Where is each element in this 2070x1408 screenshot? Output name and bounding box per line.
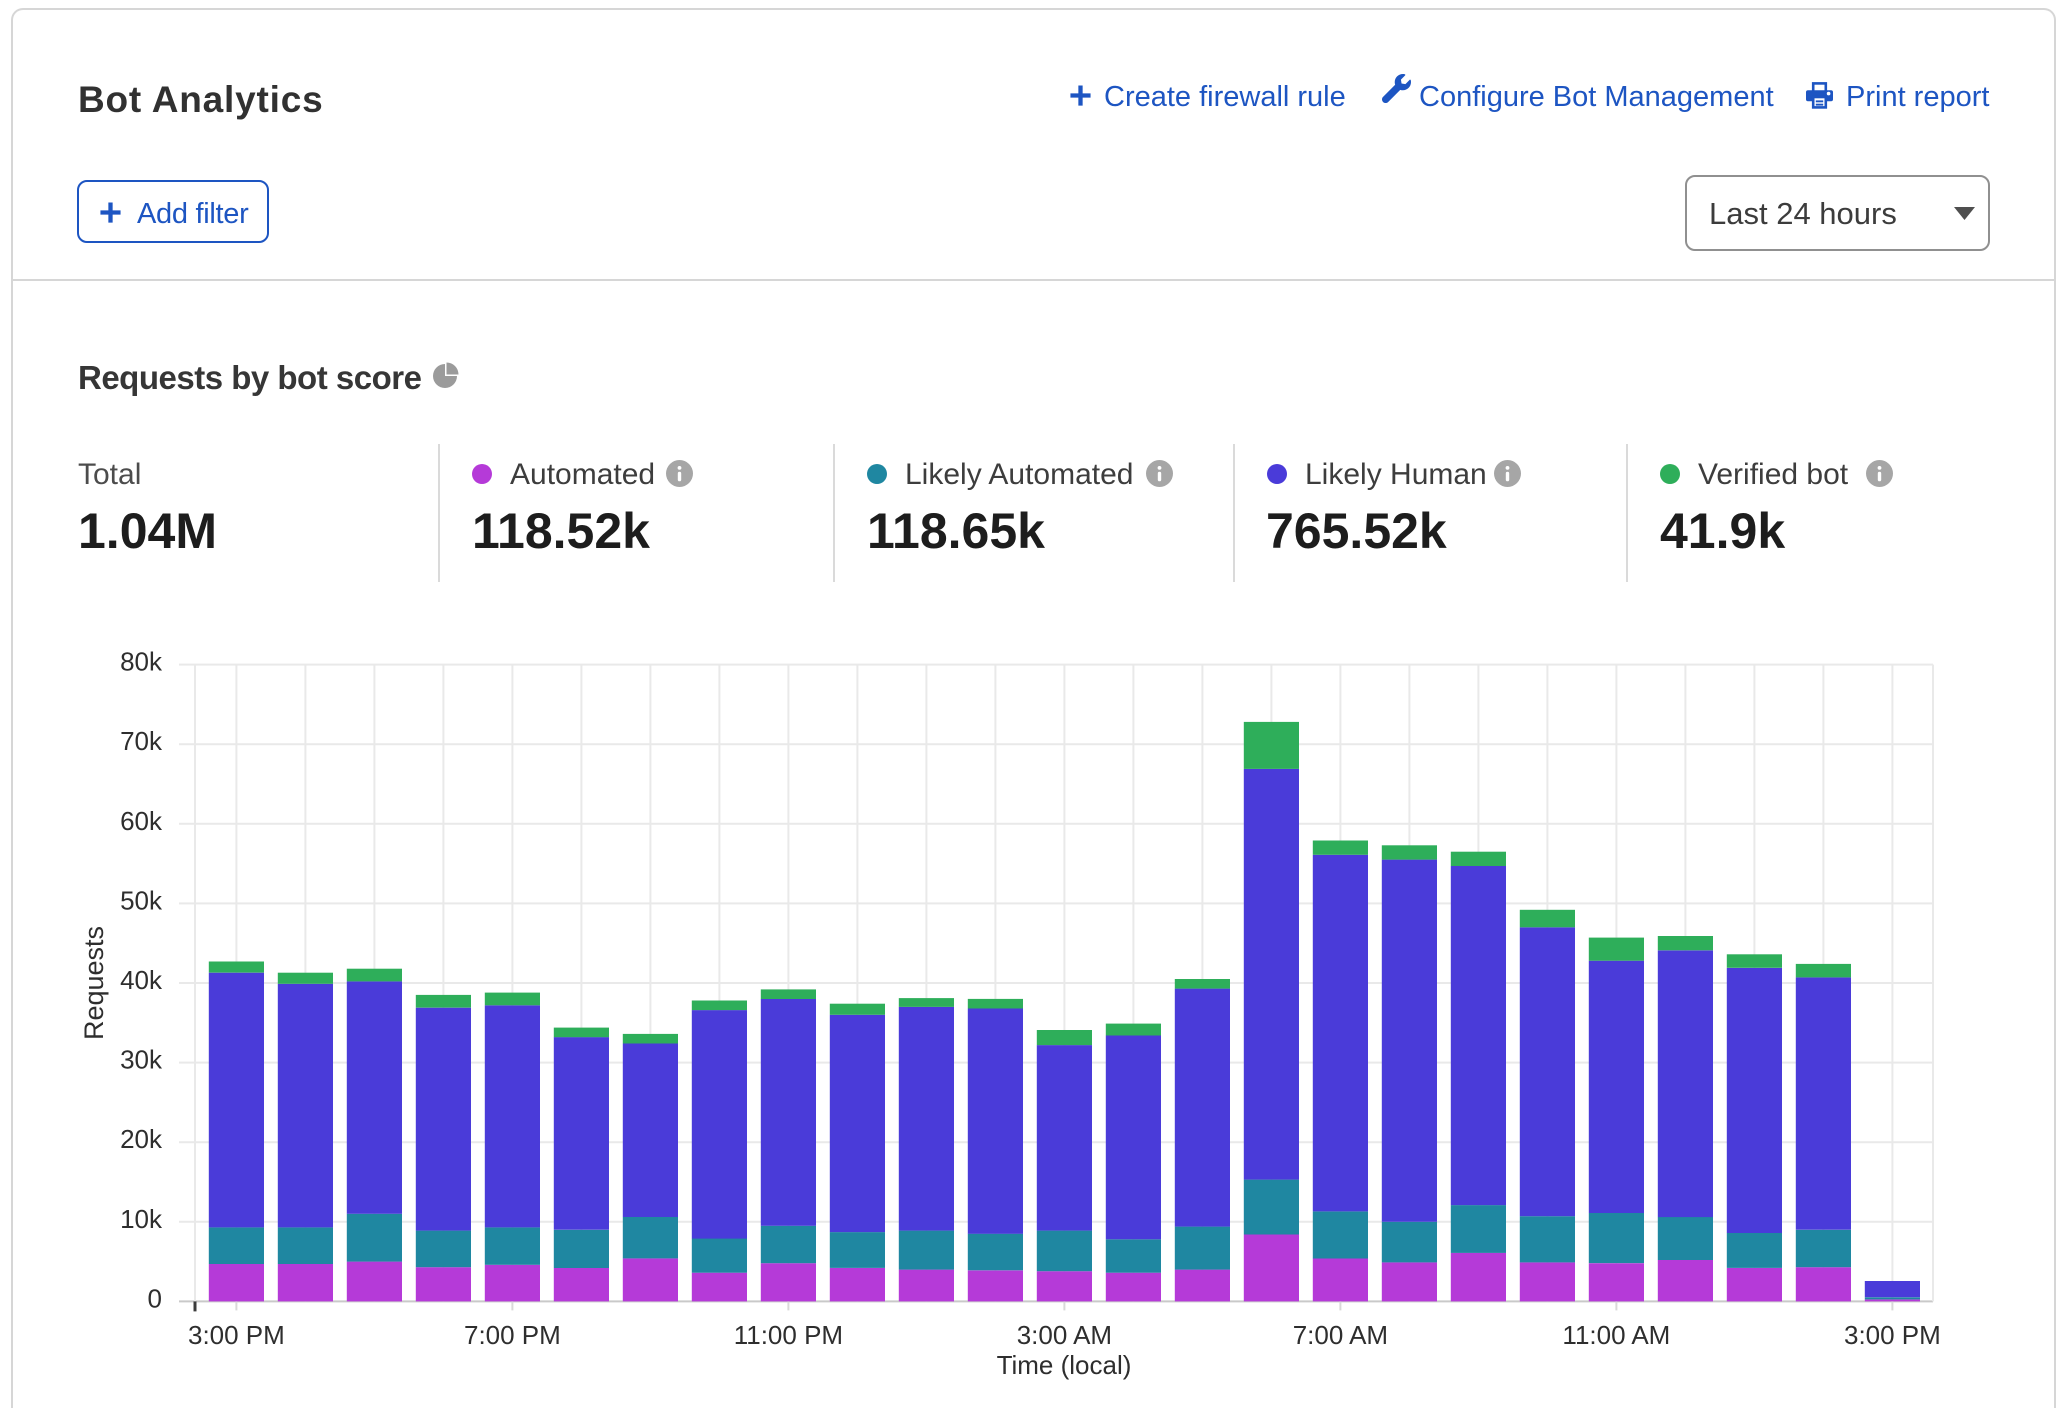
svg-text:60k: 60k xyxy=(120,806,163,836)
svg-text:10k: 10k xyxy=(120,1204,163,1234)
svg-text:3:00 PM: 3:00 PM xyxy=(188,1320,285,1350)
svg-text:70k: 70k xyxy=(120,726,163,756)
svg-text:80k: 80k xyxy=(120,647,163,677)
svg-text:Requests: Requests xyxy=(79,926,109,1040)
svg-text:7:00 AM: 7:00 AM xyxy=(1293,1320,1388,1350)
svg-text:3:00 PM: 3:00 PM xyxy=(1844,1320,1941,1350)
svg-text:11:00 AM: 11:00 AM xyxy=(1562,1320,1670,1350)
svg-text:3:00 AM: 3:00 AM xyxy=(1017,1320,1112,1350)
svg-text:40k: 40k xyxy=(120,965,163,995)
svg-text:20k: 20k xyxy=(120,1124,163,1154)
svg-text:7:00 PM: 7:00 PM xyxy=(464,1320,561,1350)
svg-text:0: 0 xyxy=(148,1283,162,1313)
svg-text:50k: 50k xyxy=(120,885,163,915)
svg-text:30k: 30k xyxy=(120,1045,163,1075)
svg-text:Time (local): Time (local) xyxy=(997,1350,1132,1380)
svg-text:11:00 PM: 11:00 PM xyxy=(734,1320,843,1350)
